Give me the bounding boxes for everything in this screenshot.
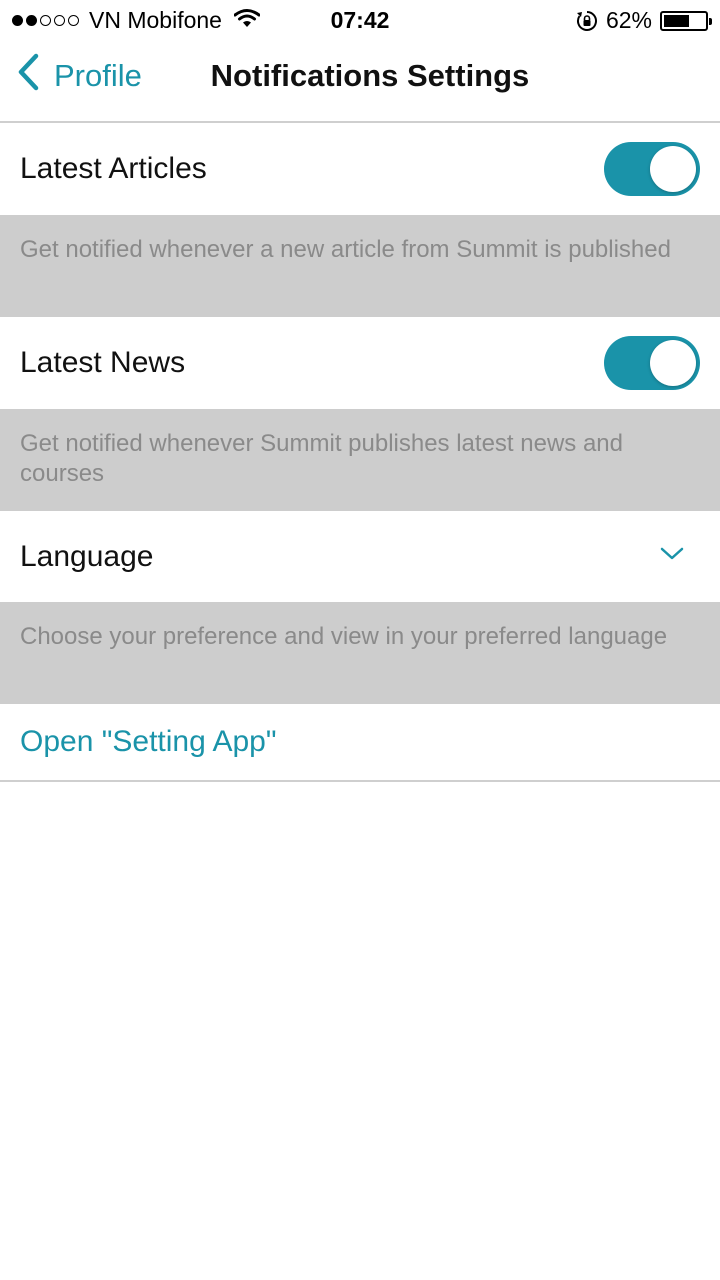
open-settings-app-link[interactable]: Open "Setting App" <box>20 725 276 759</box>
battery-percent: 62% <box>605 7 652 33</box>
status-bar: VN Mobifone 07:42 62% <box>0 0 720 40</box>
status-right: 62% <box>576 7 712 34</box>
latest-news-label: Latest News <box>20 346 186 379</box>
language-dropdown[interactable]: Language <box>0 511 720 602</box>
battery-level <box>664 14 689 27</box>
language-label: Language <box>20 539 154 573</box>
page-title: Notifications Settings <box>210 58 530 93</box>
language-description: Choose your preference and view in your … <box>0 602 720 704</box>
latest-news-row: Latest News <box>0 317 720 409</box>
latest-articles-label: Latest Articles <box>20 152 207 185</box>
battery-icon <box>660 10 712 31</box>
latest-articles-row: Latest Articles <box>0 123 720 215</box>
latest-news-toggle[interactable] <box>604 336 700 390</box>
latest-articles-description: Get notified whenever a new article from… <box>0 215 720 317</box>
toggle-knob <box>650 146 696 192</box>
open-settings-row: Open "Setting App" <box>0 704 720 782</box>
latest-articles-toggle[interactable] <box>604 142 700 196</box>
rotation-lock-icon <box>576 10 598 32</box>
navigation-bar: Profile Notifications Settings <box>0 40 720 123</box>
latest-news-description: Get notified whenever Summit publishes l… <box>0 409 720 511</box>
toggle-knob <box>650 340 696 386</box>
settings-list: Latest Articles Get notified whenever a … <box>0 123 720 782</box>
chevron-down-icon <box>660 547 684 566</box>
